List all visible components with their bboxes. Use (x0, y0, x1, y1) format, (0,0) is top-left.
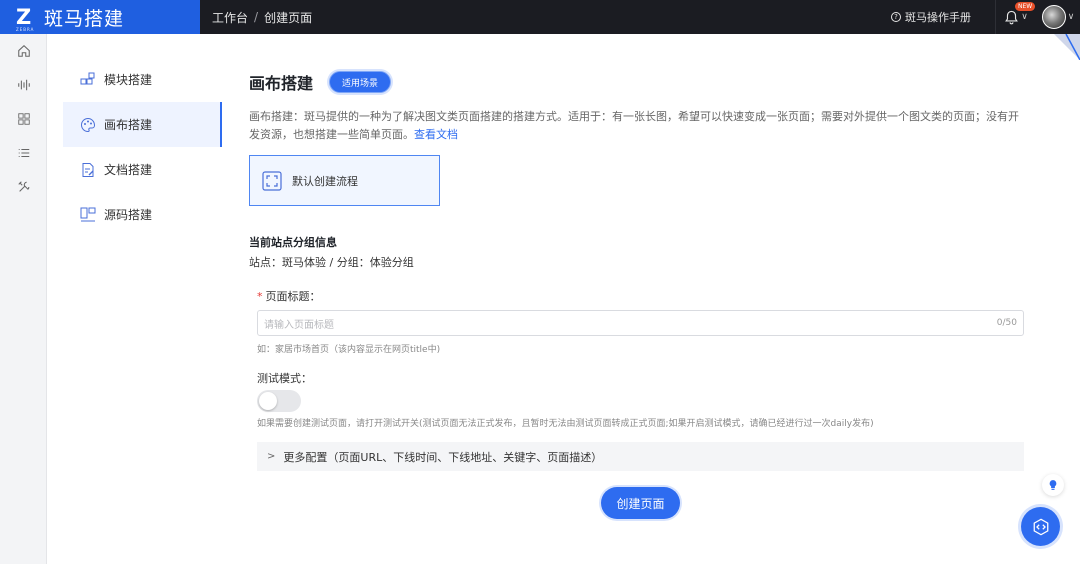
top-bar: Z ZEBRA 斑马搭建 工作台 / 创建页面 ? 斑马操作手册 ∨ NEW ∨ (0, 0, 1080, 34)
title-hint: 如：家居市场首页（该内容显示在网页title中) (257, 345, 441, 355)
logo-mark-letter: Z (16, 5, 32, 29)
tips-button[interactable] (1042, 474, 1064, 496)
title-field-label-text: 页面标题： (265, 290, 321, 303)
chevron-down-icon: ∨ (1021, 12, 1028, 22)
breadcrumb-separator: / (254, 10, 259, 24)
build-type-nav: 模块搭建 画布搭建 文档搭建 源码搭建 (63, 57, 222, 237)
help-icon: ? (891, 12, 901, 22)
avatar (1041, 5, 1066, 29)
page-title: 画布搭建 (249, 74, 314, 93)
tools-icon (17, 181, 29, 192)
rail-apps[interactable] (0, 102, 47, 136)
default-flow-card[interactable]: 默认创建流程 (249, 155, 440, 206)
subnav-item-label: 源码搭建 (104, 208, 153, 222)
create-page-form: * 页面标题： 请输入页面标题 0/50 如：家居市场首页（该内容显示在网页tit… (257, 288, 1024, 471)
rail-analytics[interactable] (0, 68, 47, 102)
required-mark: * (257, 290, 263, 303)
corner-fold-icon (1054, 34, 1080, 60)
code-assistant-button[interactable] (1021, 507, 1060, 546)
home-icon (17, 45, 30, 57)
rail-tools[interactable] (0, 170, 47, 204)
test-mode-label: 测试模式： (257, 372, 312, 385)
rail-home[interactable] (0, 34, 47, 68)
subnav-item-label: 画布搭建 (104, 118, 153, 132)
content-area: 画布搭建 适用场景 画布搭建：斑马提供的一种为了解决图文类页面搭建的搭建方式。适… (249, 70, 1029, 269)
list-icon (18, 148, 29, 158)
breadcrumb-workbench[interactable]: 工作台 (212, 9, 248, 26)
breadcrumb: 工作台 / 创建页面 (212, 9, 312, 26)
zebra-logo-icon: Z ZEBRA (16, 5, 38, 33)
page-title-placeholder: 请输入页面标题 (264, 319, 334, 331)
expand-icon (262, 170, 282, 191)
chevron-right-icon: > (267, 451, 276, 462)
notification-button[interactable]: ∨ NEW (996, 0, 1036, 34)
breadcrumb-create-page: 创建页面 (264, 10, 313, 25)
waveform-icon (17, 79, 30, 91)
title-field-label: * 页面标题： (257, 288, 1024, 304)
scenario-button[interactable]: 适用场景 (329, 71, 392, 93)
subnav-item-module[interactable]: 模块搭建 (63, 57, 222, 102)
grid-icon (17, 113, 30, 125)
new-badge: NEW (1015, 2, 1036, 11)
subnav-item-label: 模块搭建 (104, 73, 153, 87)
page-title-input[interactable]: 请输入页面标题 0/50 (257, 310, 1024, 336)
toggle-knob (259, 392, 277, 410)
palette-icon (80, 117, 96, 133)
more-config-label: 更多配置（页面URL、下线时间、下线地址、关键字、页面描述） (283, 450, 603, 464)
bell-icon (1005, 10, 1019, 24)
left-rail (0, 34, 47, 564)
manual-link[interactable]: ? 斑马操作手册 (891, 9, 995, 25)
lightbulb-icon (1049, 480, 1057, 490)
group-info-title: 当前站点分组信息 (249, 236, 337, 249)
logo[interactable]: Z ZEBRA 斑马搭建 (0, 0, 200, 34)
subnav-item-document[interactable]: 文档搭建 (63, 147, 222, 192)
blocks-icon (80, 72, 96, 88)
document-edit-icon (80, 162, 96, 178)
description: 画布搭建：斑马提供的一种为了解决图文类页面搭建的搭建方式。适用于：有一张长图，希… (249, 108, 1029, 144)
chevron-down-icon: ∨ (1067, 12, 1075, 22)
test-mode-toggle[interactable] (257, 390, 301, 412)
user-menu[interactable]: ∨ (1036, 5, 1080, 29)
char-counter: 0/50 (996, 318, 1017, 328)
flow-card-label: 默认创建流程 (292, 174, 358, 188)
subnav-item-label: 文档搭建 (104, 163, 153, 177)
more-config-collapse[interactable]: > 更多配置（页面URL、下线时间、下线地址、关键字、页面描述） (257, 442, 1024, 471)
code-layout-icon (80, 207, 96, 223)
description-text: 画布搭建：斑马提供的一种为了解决图文类页面搭建的搭建方式。适用于：有一张长图，希… (249, 110, 1019, 141)
logo-mark-caption: ZEBRA (16, 27, 35, 32)
subnav-item-canvas[interactable]: 画布搭建 (63, 102, 222, 147)
view-docs-link[interactable]: 查看文档 (414, 128, 458, 141)
test-mode-hint: 如果需要创建测试页面，请打开测试开关(测试页面无法正式发布，且暂时无法由测试页面… (257, 419, 874, 429)
code-icon (1033, 518, 1048, 535)
group-info-value: 站点：斑马体验 / 分组：体验分组 (249, 256, 414, 269)
create-page-button[interactable]: 创建页面 (601, 487, 680, 519)
subnav-item-source[interactable]: 源码搭建 (63, 192, 222, 237)
manual-label: 斑马操作手册 (905, 11, 971, 24)
app-name: 斑马搭建 (44, 7, 125, 30)
rail-list[interactable] (0, 136, 47, 170)
